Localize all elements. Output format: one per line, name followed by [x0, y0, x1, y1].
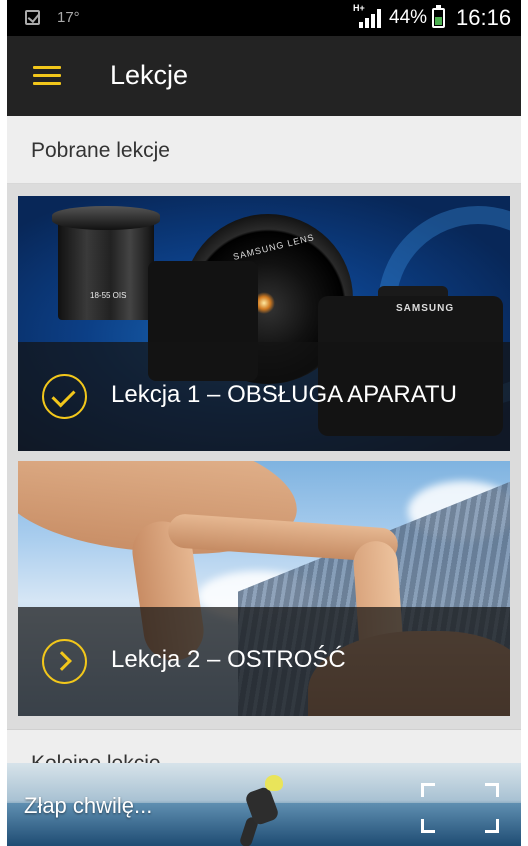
lesson-card-1[interactable]: SAMSUNG LENS 18-55 OIS SAMSUNG Lekcja 1 …: [18, 196, 510, 451]
lesson-title: Lekcja 2 – OSTROŚĆ: [111, 646, 346, 673]
battery-percent: 44%: [389, 7, 428, 28]
lesson-card-overlay: Lekcja 2 – OSTROŚĆ: [18, 607, 510, 716]
signal-icon: [359, 9, 383, 28]
hamburger-menu-icon[interactable]: [33, 66, 61, 86]
lesson-card-2[interactable]: Lekcja 2 – OSTROŚĆ: [18, 461, 510, 716]
section-title: Pobrane lekcje: [31, 139, 170, 162]
banner-text: Złap chwilę...: [24, 793, 153, 818]
lesson-title: Lekcja 1 – OBSŁUGA APARATU: [111, 381, 457, 408]
fullscreen-icon[interactable]: [421, 783, 499, 833]
status-bar: 17° H+ 44% 16:16: [7, 0, 521, 36]
status-temperature: 17°: [57, 9, 80, 26]
notification-check-icon: [25, 10, 40, 25]
page-title: Lekcje: [110, 60, 189, 90]
zoom-lens-top: [52, 206, 160, 230]
camera-brand: SAMSUNG: [396, 303, 455, 314]
app-screen: 17° H+ 44% 16:16 Lekcje Pobrane lekcje S…: [7, 0, 521, 846]
status-time: 16:16: [456, 5, 512, 30]
battery-icon: [432, 5, 445, 28]
check-circle-icon: [42, 374, 87, 419]
promo-banner[interactable]: Złap chwilę...: [7, 763, 521, 846]
chevron-right-circle-icon: [42, 639, 87, 684]
cyclist-image: [235, 773, 295, 846]
lesson-card-overlay: Lekcja 1 – OBSŁUGA APARATU: [18, 342, 510, 451]
downloaded-lessons-header: Pobrane lekcje: [7, 116, 521, 184]
app-toolbar: Lekcje: [7, 36, 521, 116]
zoom-lens-label: 18-55 OIS: [90, 291, 127, 300]
